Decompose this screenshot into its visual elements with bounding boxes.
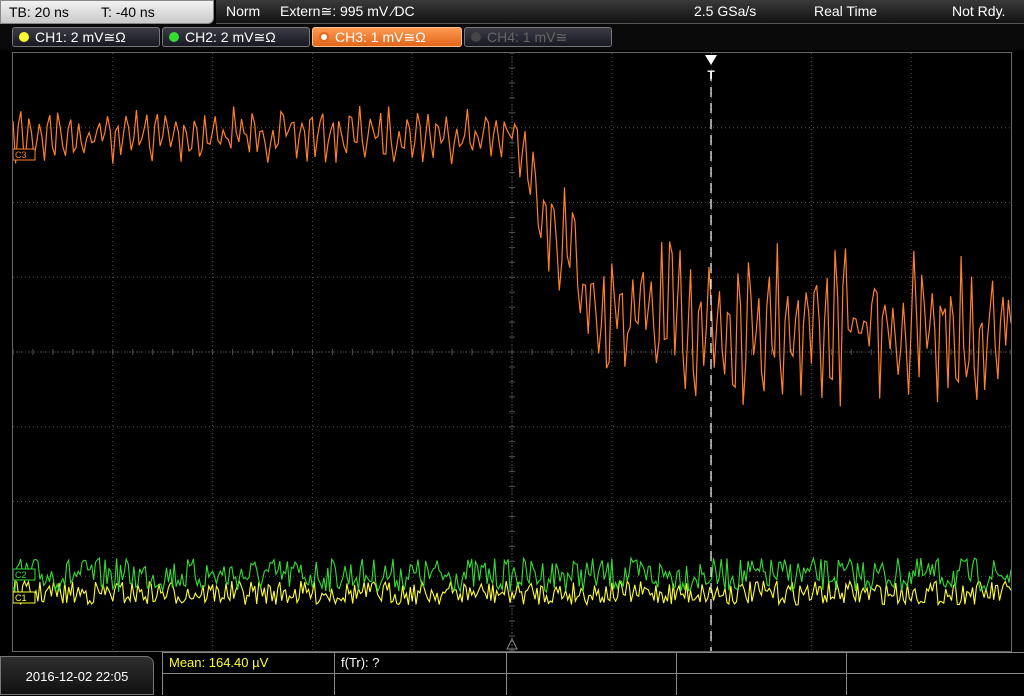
channel-4-label: CH4: 1 mV≅ [487,29,568,45]
channel-3-marker[interactable]: C3 [13,148,36,161]
measurement-cell-1[interactable]: Mean: 164.40 µV [162,653,334,695]
trigger-source[interactable]: Extern≅: 995 mV ⁄DC [280,3,415,20]
channel-bar: CH1: 2 mV≅Ω CH2: 2 mV≅Ω CH3: 1 mV≅Ω CH4:… [0,24,1024,50]
measurement-cell-3[interactable] [506,653,676,695]
trigger-marker-label: T [707,68,715,82]
measurement-cell-4[interactable] [676,653,846,695]
run-status: Not Rdy. [952,3,1006,19]
trigger-position-arrow-icon[interactable] [705,55,717,65]
measurement-panel[interactable]: Mean: 164.40 µV f(Tr): ? [162,652,1024,695]
channel-1-marker[interactable]: C1 [13,591,36,604]
channel-4-button[interactable]: CH4: 1 mV≅ [464,27,612,47]
channel-2-dot-icon [169,32,179,42]
measurement-row-divider [162,673,1024,674]
channel-2-label: CH2: 2 mV≅Ω [185,29,276,45]
channel-1-marker-label: C1 [15,593,27,603]
channel-2-marker-label: C2 [15,570,27,580]
channel-2-button[interactable]: CH2: 2 mV≅Ω [162,27,310,47]
channel-1-button[interactable]: CH1: 2 mV≅Ω [12,27,160,47]
timebase-label[interactable]: TB: 20 ns [9,4,69,20]
sample-rate: 2.5 GSa/s [694,3,757,19]
channel-4-dot-icon [471,32,481,42]
measurement-cell-5[interactable] [846,653,1024,695]
channel-1-label: CH1: 2 mV≅Ω [35,29,126,45]
trigger-mode[interactable]: Norm [226,3,260,19]
trigger-time-label[interactable]: T: -40 ns [101,4,155,20]
trigger-frequency-measurement: f(Tr): ? [341,655,380,670]
channel-3-dot-icon [319,32,329,42]
channel-2-marker[interactable]: C2 [13,568,36,581]
channel-3-marker-label: C3 [15,150,27,160]
channel-1-dot-icon [19,32,29,42]
waveform-canvas[interactable]: T C3 C2 C1 [13,53,1011,651]
datetime-display: 2016-12-02 22:05 [0,656,154,695]
trigger-status-bar[interactable]: Norm Extern≅: 995 mV ⁄DC 2.5 GSa/s Real … [216,0,1024,24]
grid [13,53,1011,651]
measurement-cell-2[interactable]: f(Tr): ? [334,653,506,695]
acquisition-mode[interactable]: Real Time [814,3,877,19]
timebase-panel[interactable]: TB: 20 ns T: -40 ns [0,0,214,24]
channel-3-button[interactable]: CH3: 1 mV≅Ω [312,27,462,47]
mean-measurement: Mean: 164.40 µV [169,655,269,670]
channel-3-label: CH3: 1 mV≅Ω [335,29,426,45]
waveform-display[interactable]: T C3 C2 C1 [12,52,1012,652]
